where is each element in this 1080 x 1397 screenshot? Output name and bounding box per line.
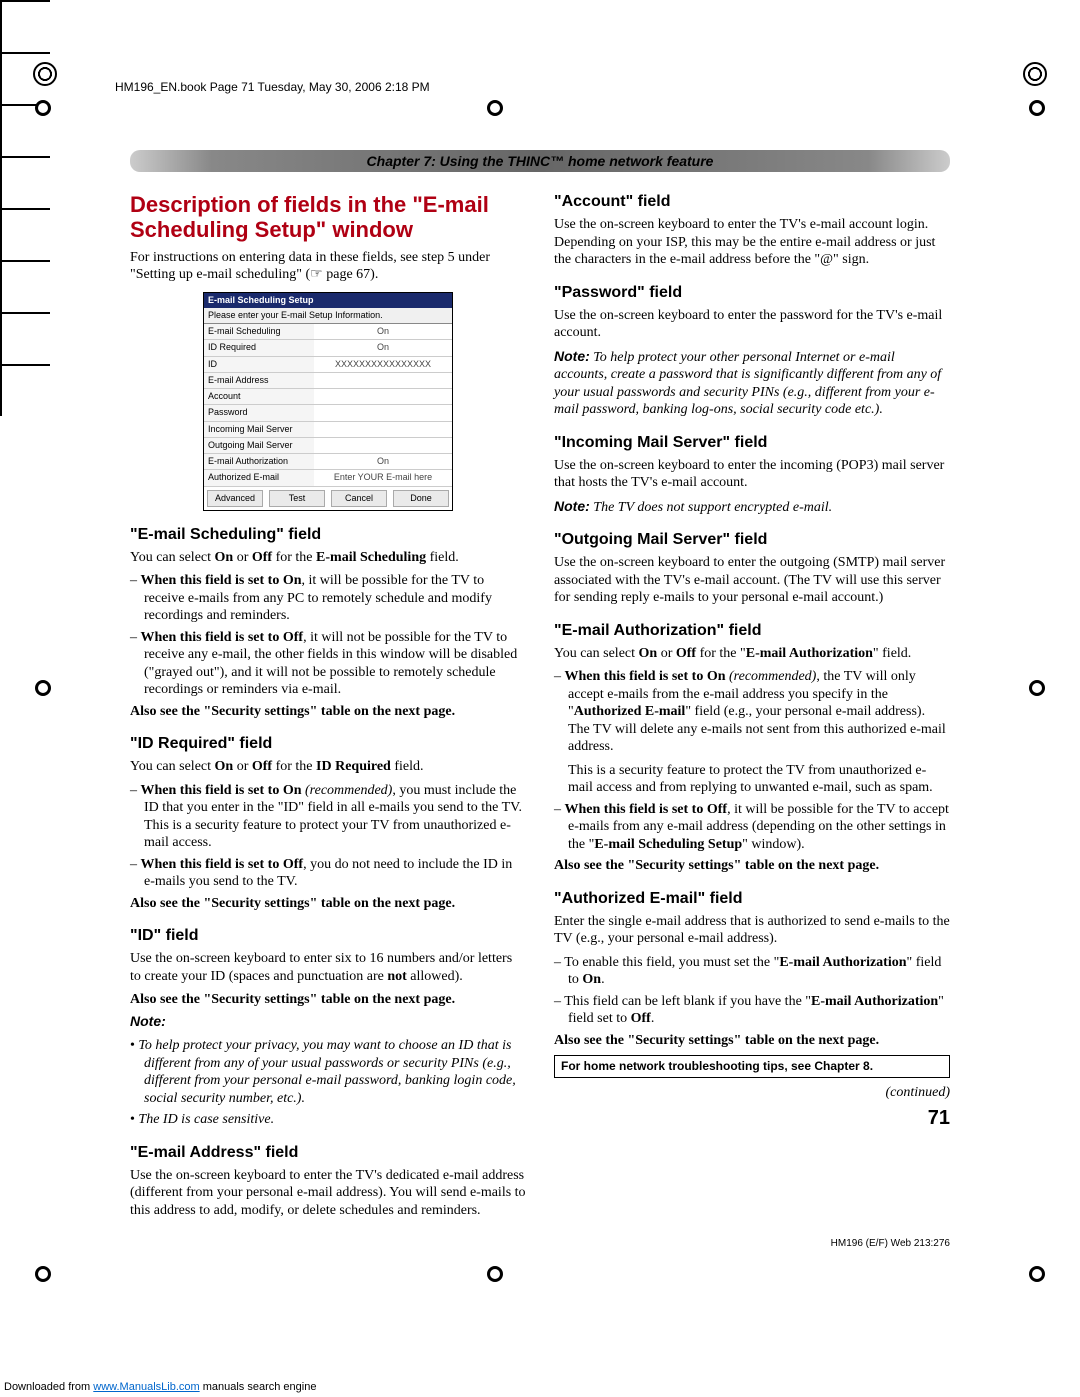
field-heading-outgoing: "Outgoing Mail Server" field xyxy=(554,530,950,550)
manualslib-link[interactable]: www.ManualsLib.com xyxy=(93,1381,199,1393)
dlg-value xyxy=(314,438,452,453)
list-item: This field can be left blank if you have… xyxy=(554,993,950,1028)
also-see: Also see the "Security settings" table o… xyxy=(554,857,950,875)
field-heading-password: "Password" field xyxy=(554,283,950,303)
list-item: When this field is set to Off, it will b… xyxy=(554,801,950,854)
footer-code: HM196 (E/F) Web 213:276 xyxy=(831,1238,950,1249)
dlg-value xyxy=(314,405,452,420)
dlg-value xyxy=(314,389,452,404)
section-title: Description of fields in the "E-mail Sch… xyxy=(130,192,526,243)
body-text: Enter the single e-mail address that is … xyxy=(554,913,950,948)
body-text: Use the on-screen keyboard to enter the … xyxy=(554,216,950,269)
list-item-para: This is a security feature to protect th… xyxy=(568,762,950,797)
field-heading-authorized-email: "Authorized E-mail" field xyxy=(554,889,950,909)
dlg-value: On xyxy=(314,454,452,469)
right-column: "Account" field Use the on-screen keyboa… xyxy=(554,192,950,1225)
list-item: When this field is set to On (recommende… xyxy=(130,782,526,852)
field-heading-account: "Account" field xyxy=(554,192,950,212)
body-text: Use the on-screen keyboard to enter the … xyxy=(554,457,950,492)
field-heading-incoming: "Incoming Mail Server" field xyxy=(554,433,950,453)
field-heading-id-required: "ID Required" field xyxy=(130,734,526,754)
also-see: Also see the "Security settings" table o… xyxy=(130,991,526,1009)
body-text: Use the on-screen keyboard to enter the … xyxy=(130,1167,526,1220)
dlg-label: Incoming Mail Server xyxy=(204,422,314,437)
field-heading-email-address: "E-mail Address" field xyxy=(130,1143,526,1163)
note-label: Note: xyxy=(130,1013,166,1029)
field-heading-id: "ID" field xyxy=(130,926,526,946)
book-header-line: HM196_EN.book Page 71 Tuesday, May 30, 2… xyxy=(115,80,430,94)
dlg-label: Authorized E-mail xyxy=(204,470,314,485)
field-heading-email-auth: "E-mail Authorization" field xyxy=(554,621,950,641)
body-text: Use the on-screen keyboard to enter six … xyxy=(130,950,526,985)
dialog-title: E-mail Scheduling Setup xyxy=(204,293,452,308)
dlg-value: Enter YOUR E-mail here xyxy=(314,470,452,485)
body-text: Use the on-screen keyboard to enter the … xyxy=(554,554,950,607)
test-button: Test xyxy=(269,490,325,507)
field-heading-email-scheduling: "E-mail Scheduling" field xyxy=(130,525,526,545)
dlg-value: XXXXXXXXXXXXXXXX xyxy=(314,357,452,372)
body-text: You can select On or Off for the E-mail … xyxy=(130,549,526,567)
dlg-label: Password xyxy=(204,405,314,420)
body-text: You can select On or Off for the ID Requ… xyxy=(130,758,526,776)
intro-paragraph: For instructions on entering data in the… xyxy=(130,249,526,284)
continued-label: (continued) xyxy=(554,1084,950,1102)
dlg-value xyxy=(314,422,452,437)
page-number: 71 xyxy=(554,1106,950,1131)
also-see: Also see the "Security settings" table o… xyxy=(130,895,526,913)
cancel-button: Cancel xyxy=(331,490,387,507)
note-text: Note: The TV does not support encrypted … xyxy=(554,498,950,517)
list-item: When this field is set to Off, it will n… xyxy=(130,629,526,699)
dlg-label: E-mail Authorization xyxy=(204,454,314,469)
left-column: Description of fields in the "E-mail Sch… xyxy=(130,192,526,1225)
dlg-label: ID xyxy=(204,357,314,372)
body-text: Use the on-screen keyboard to enter the … xyxy=(554,307,950,342)
also-see: Also see the "Security settings" table o… xyxy=(554,1032,950,1050)
troubleshooting-box: For home network troubleshooting tips, s… xyxy=(554,1055,950,1078)
dlg-label: E-mail Address xyxy=(204,373,314,388)
dlg-value xyxy=(314,373,452,388)
chapter-bar: Chapter 7: Using the THINC™ home network… xyxy=(130,150,950,172)
also-see: Also see the "Security settings" table o… xyxy=(130,703,526,721)
list-item: To enable this field, you must set the "… xyxy=(554,954,950,989)
dlg-value: On xyxy=(314,340,452,355)
list-item: When this field is set to On (recommende… xyxy=(554,668,950,797)
list-item: When this field is set to On, it will be… xyxy=(130,572,526,625)
note-text: Note: To help protect your other persona… xyxy=(554,348,950,419)
dlg-label: Outgoing Mail Server xyxy=(204,438,314,453)
dialog-instruction: Please enter your E-mail Setup Informati… xyxy=(204,308,452,324)
list-item: When this field is set to Off, you do no… xyxy=(130,856,526,891)
dlg-label: Account xyxy=(204,389,314,404)
body-text: You can select On or Off for the "E-mail… xyxy=(554,645,950,663)
email-scheduling-setup-dialog: E-mail Scheduling Setup Please enter you… xyxy=(203,292,453,511)
download-line: Downloaded from www.ManualsLib.com manua… xyxy=(4,1381,316,1393)
note-item: The ID is case sensitive. xyxy=(130,1111,526,1129)
dlg-label: E-mail Scheduling xyxy=(204,324,314,339)
dlg-label: ID Required xyxy=(204,340,314,355)
note-item: To help protect your privacy, you may wa… xyxy=(130,1037,526,1107)
dlg-value: On xyxy=(314,324,452,339)
advanced-button: Advanced xyxy=(207,490,263,507)
done-button: Done xyxy=(393,490,449,507)
